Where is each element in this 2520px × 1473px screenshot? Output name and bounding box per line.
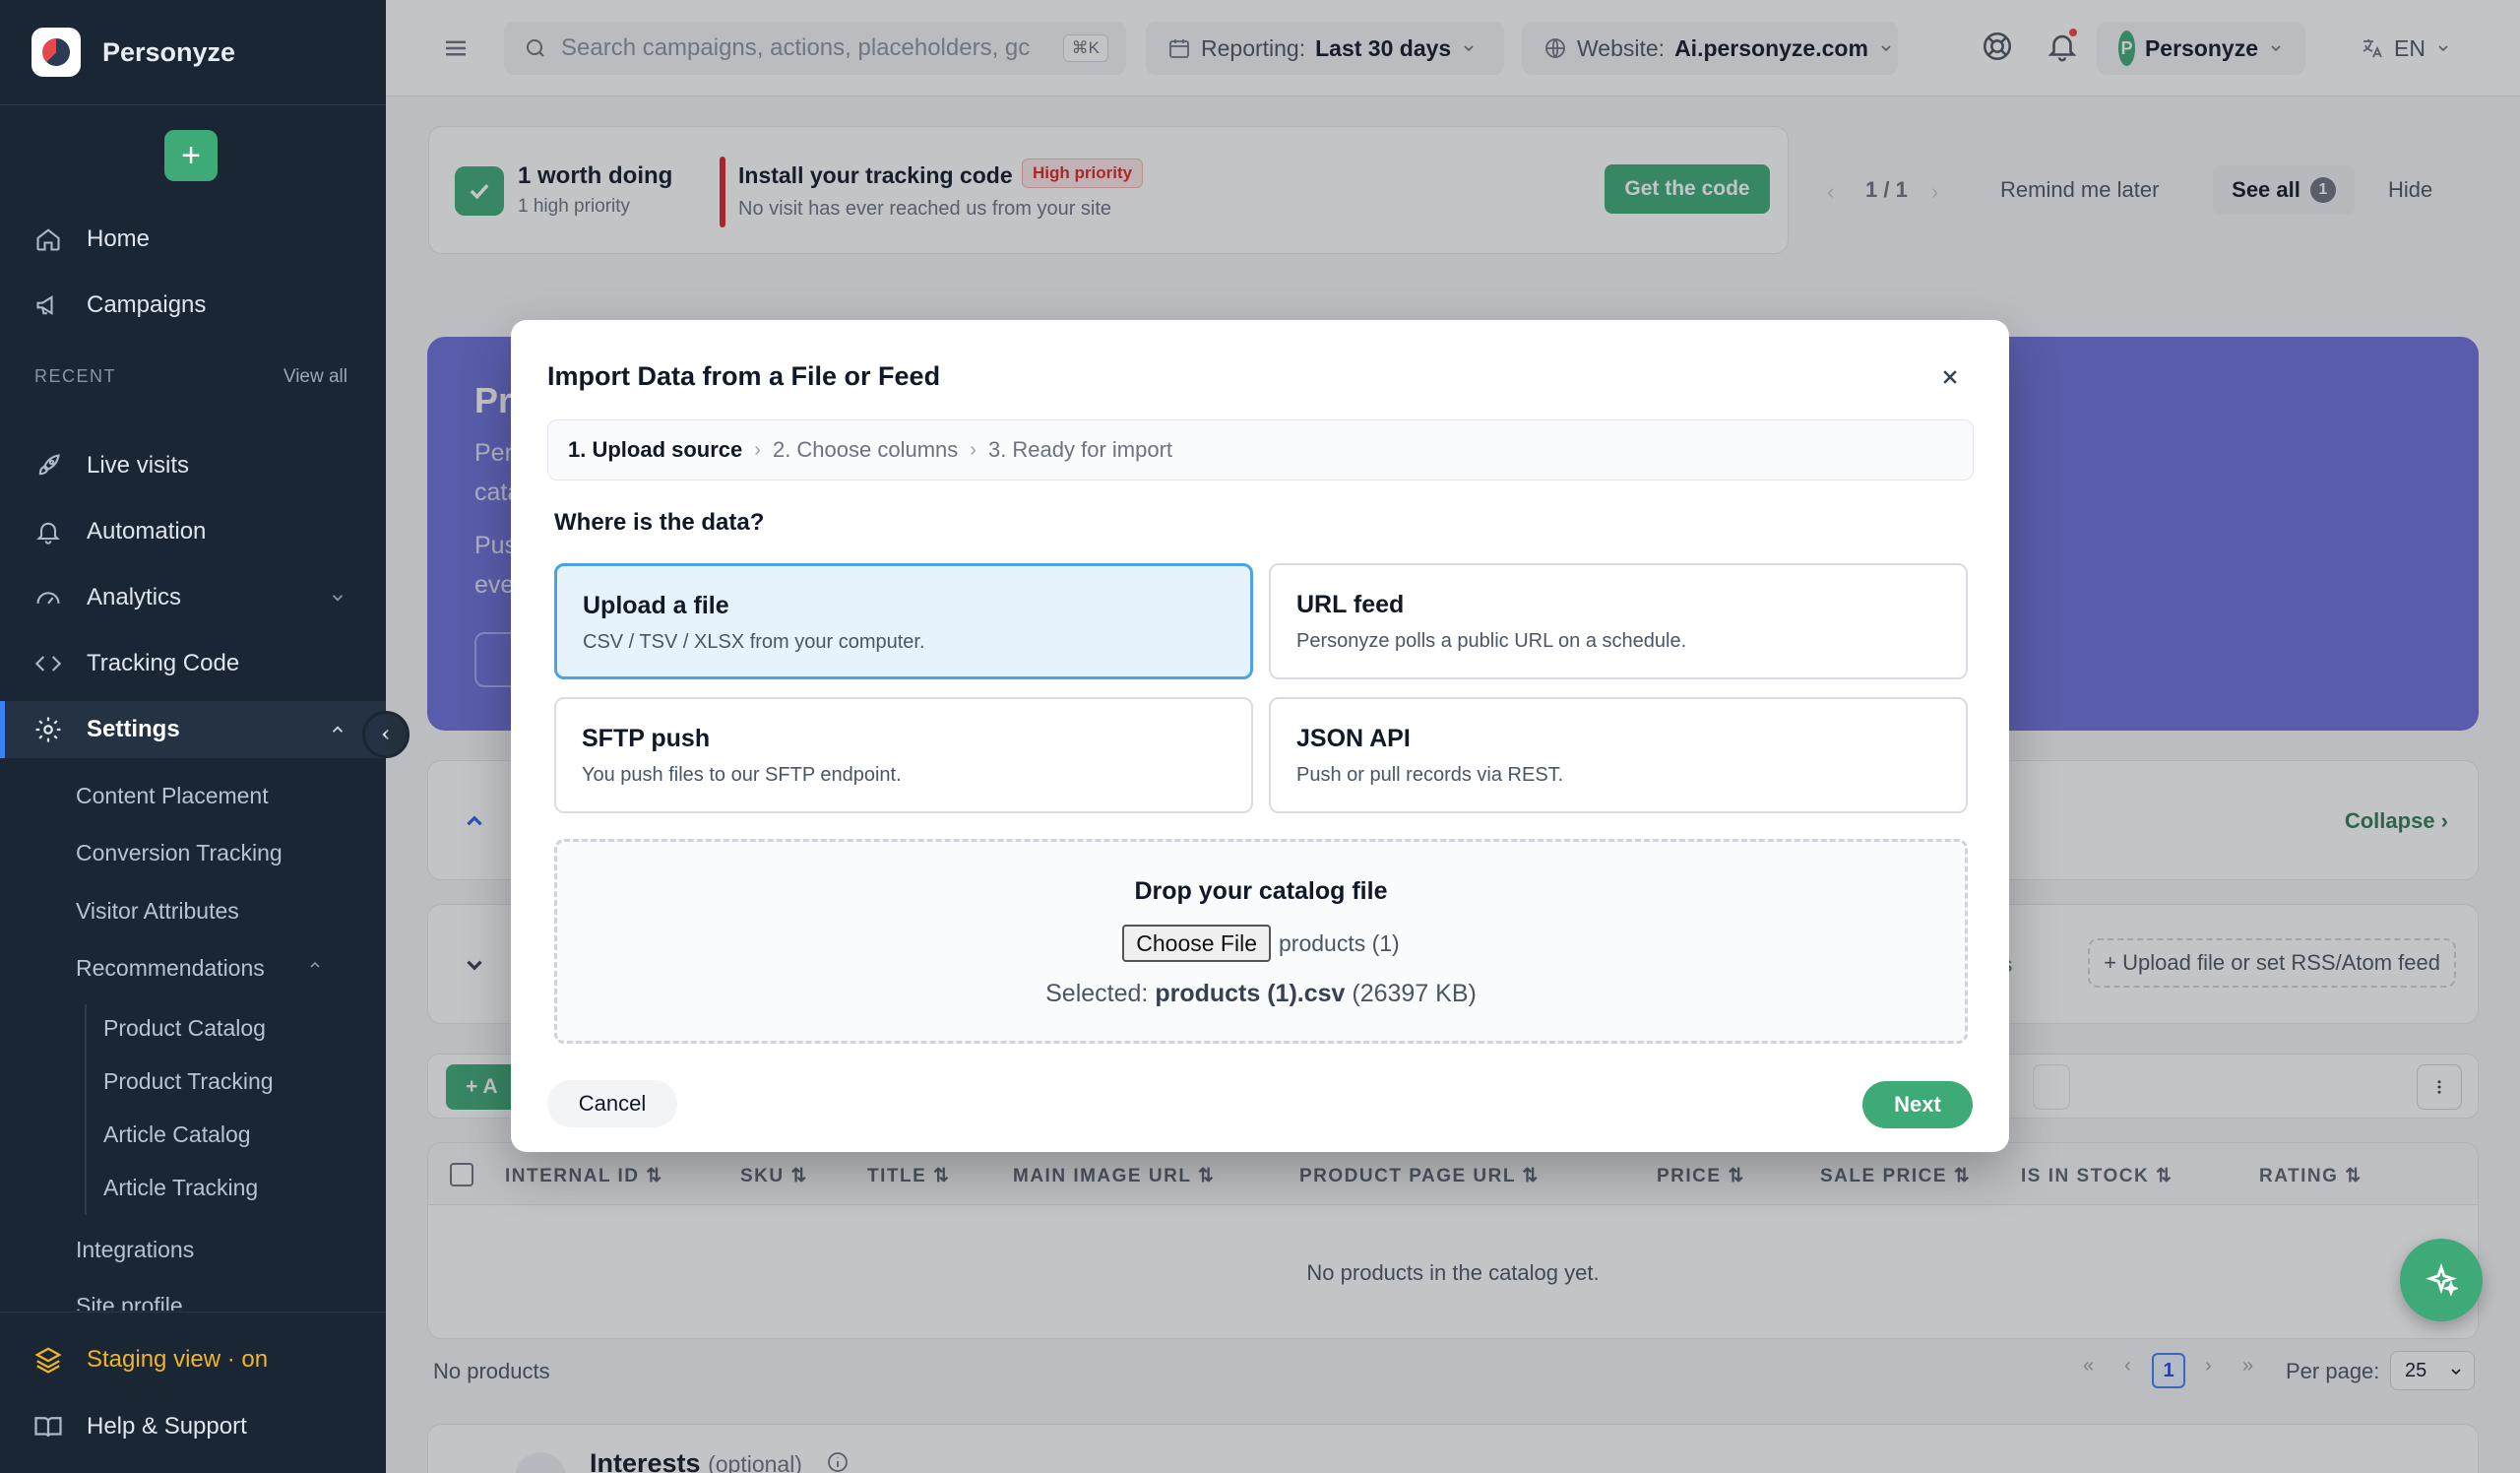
step-ready-for-import: 3. Ready for import xyxy=(987,437,1173,462)
sidebar-sub-product-tracking[interactable]: Product Tracking xyxy=(103,1068,274,1095)
recent-header: RECENT View all xyxy=(34,366,347,388)
next-button[interactable]: Next xyxy=(1862,1081,1973,1128)
chevron-up-icon xyxy=(329,721,346,738)
sidebar-sub-article-tracking[interactable]: Article Tracking xyxy=(103,1175,258,1201)
option-sftp-push[interactable]: SFTP push You push files to our SFTP end… xyxy=(554,697,1253,813)
sidebar-sub-site-profile[interactable]: Site profile xyxy=(76,1293,183,1311)
option-description: CSV / TSV / XLSX from your computer. xyxy=(583,631,925,653)
choose-file-button[interactable]: Choose File xyxy=(1122,925,1271,962)
sidebar-item-analytics[interactable]: Analytics xyxy=(0,569,386,626)
sidebar-item-automation[interactable]: Automation xyxy=(0,503,386,560)
chevron-up-icon xyxy=(307,957,323,973)
source-question: Where is the data? xyxy=(554,509,765,536)
sidebar-item-label: Analytics xyxy=(87,584,182,610)
brand[interactable]: Personyze xyxy=(32,28,235,77)
close-icon[interactable] xyxy=(1936,363,1964,391)
import-data-modal: Import Data from a File or Feed 1. Uploa… xyxy=(511,320,2009,1152)
cancel-button[interactable]: Cancel xyxy=(547,1080,677,1127)
view-all-link[interactable]: View all xyxy=(284,366,347,388)
sidebar-sub-visitor-attributes[interactable]: Visitor Attributes xyxy=(76,898,239,925)
gauge-icon xyxy=(32,581,65,614)
sparkle-icon xyxy=(2425,1263,2458,1297)
sidebar-item-label: Tracking Code xyxy=(87,650,240,676)
selected-file-name: products (1).csv xyxy=(1155,980,1346,1007)
sidebar-item-home[interactable]: Home xyxy=(0,211,386,268)
sidebar-item-live-visits[interactable]: Live visits xyxy=(0,437,386,494)
code-icon xyxy=(32,647,65,680)
file-drop-zone[interactable]: Drop your catalog file Choose File produ… xyxy=(554,839,1968,1044)
option-description: Push or pull records via REST. xyxy=(1296,764,1564,786)
sidebar-item-campaigns[interactable]: Campaigns xyxy=(0,277,386,334)
book-icon xyxy=(32,1410,65,1443)
sidebar-sub-content-placement[interactable]: Content Placement xyxy=(76,783,269,809)
option-json-api[interactable]: JSON API Push or pull records via REST. xyxy=(1269,697,1968,813)
ai-assistant-button[interactable] xyxy=(2400,1239,2483,1321)
sidebar-item-label: Automation xyxy=(87,518,207,544)
layers-icon xyxy=(32,1343,65,1377)
rocket-icon xyxy=(32,449,65,482)
selected-file-info: Selected: products (1).csv (26397 KB) xyxy=(1045,980,1477,1007)
step-choose-columns: 2. Choose columns xyxy=(772,437,959,462)
sidebar-item-label: Live visits xyxy=(87,452,190,479)
drop-zone-title: Drop your catalog file xyxy=(1134,877,1388,905)
create-new-button[interactable]: + xyxy=(164,130,218,181)
personyze-logo-icon xyxy=(32,28,81,77)
sidebar-item-settings[interactable]: Settings xyxy=(0,701,386,758)
sidebar-item-help[interactable]: Help & Support xyxy=(0,1398,386,1455)
sidebar: Personyze + Home Campaigns RECENT View a… xyxy=(0,0,386,1473)
tree-line xyxy=(85,1004,87,1215)
step-upload-source: 1. Upload source xyxy=(568,437,743,462)
selected-file-size: (26397 KB) xyxy=(1352,980,1477,1007)
staging-label: Staging view · on xyxy=(87,1346,269,1373)
bell-icon xyxy=(32,515,65,548)
file-input[interactable]: Choose File products (1) xyxy=(557,925,1965,962)
option-url-feed[interactable]: URL feed Personyze polls a public URL on… xyxy=(1269,563,1968,679)
breadcrumb-separator: › xyxy=(970,438,976,461)
sidebar-divider xyxy=(0,1312,386,1313)
sidebar-item-tracking-code[interactable]: Tracking Code xyxy=(0,635,386,692)
sidebar-item-label: Settings xyxy=(87,716,180,742)
home-icon xyxy=(32,223,65,256)
recent-label: RECENT xyxy=(34,366,117,386)
sidebar-sub-product-catalog[interactable]: Product Catalog xyxy=(103,1015,266,1042)
gear-icon xyxy=(32,713,65,746)
option-title: URL feed xyxy=(1296,591,1405,618)
megaphone-icon xyxy=(32,288,65,322)
sidebar-sub-article-catalog[interactable]: Article Catalog xyxy=(103,1121,251,1148)
sidebar-item-label: Home xyxy=(87,225,151,252)
option-title: Upload a file xyxy=(583,592,729,619)
sidebar-sub-recommendations[interactable]: Recommendations xyxy=(76,955,265,982)
chevron-down-icon xyxy=(329,589,346,607)
option-title: SFTP push xyxy=(582,725,711,752)
import-steps-breadcrumb: 1. Upload source › 2. Choose columns › 3… xyxy=(547,419,1974,480)
option-title: JSON API xyxy=(1296,725,1411,752)
option-description: Personyze polls a public URL on a schedu… xyxy=(1296,630,1687,652)
brand-name: Personyze xyxy=(102,36,236,67)
breadcrumb-separator: › xyxy=(754,438,761,461)
sidebar-divider xyxy=(0,104,386,105)
sidebar-item-label: Campaigns xyxy=(87,291,207,318)
staging-view-toggle[interactable]: Staging view · on xyxy=(0,1331,386,1388)
chosen-file-name: products (1) xyxy=(1279,929,1400,956)
modal-title: Import Data from a File or Feed xyxy=(547,361,941,391)
sidebar-sub-integrations[interactable]: Integrations xyxy=(76,1237,194,1263)
sidebar-sub-conversion-tracking[interactable]: Conversion Tracking xyxy=(76,840,283,866)
option-description: You push files to our SFTP endpoint. xyxy=(582,764,902,786)
option-upload-file[interactable]: Upload a file CSV / TSV / XLSX from your… xyxy=(554,563,1253,679)
sidebar-item-label: Help & Support xyxy=(87,1413,247,1440)
